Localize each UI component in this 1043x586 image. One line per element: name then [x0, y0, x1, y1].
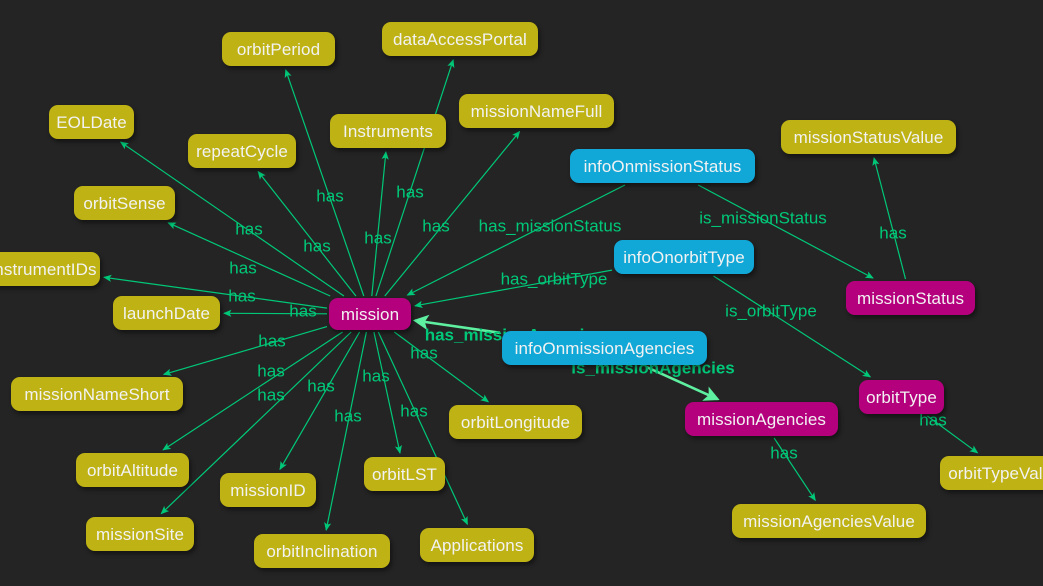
graph-node-Instruments[interactable]: Instruments: [330, 114, 446, 148]
graph-node-orbitPeriod[interactable]: orbitPeriod: [222, 32, 335, 66]
graph-node-instrumentIDs[interactable]: instrumentIDs: [0, 252, 100, 286]
graph-node-missionNameShort[interactable]: missionNameShort: [11, 377, 183, 411]
graph-node-label: missionNameFull: [470, 101, 603, 121]
graph-node-label: orbitAltitude: [86, 460, 179, 480]
graph-node-infoOnorbitType[interactable]: infoOnorbitType: [614, 240, 754, 274]
graph-node-label: orbitTypeValue: [948, 463, 1043, 483]
graph-node-label: orbitLongitude: [460, 412, 571, 432]
graph-node-label: orbitPeriod: [236, 39, 321, 59]
graph-node-label: missionAgencies: [696, 409, 827, 429]
graph-node-missionStatus[interactable]: missionStatus: [846, 281, 975, 315]
graph-node-missionSite[interactable]: missionSite: [86, 517, 194, 551]
node-layer[interactable]: orbitPeriod dataAccessPortal EOLDate Instru…: [0, 0, 1043, 586]
graph-node-label: orbitSense: [83, 193, 166, 213]
graph-node-infoOnmissionStatus[interactable]: infoOnmissionStatus: [570, 149, 755, 183]
graph-node-label: dataAccessPortal: [393, 29, 527, 49]
graph-node-label: missionAgenciesValue: [743, 511, 915, 531]
graph-node-label: missionStatus: [856, 288, 965, 308]
graph-node-orbitInclination[interactable]: orbitInclination: [254, 534, 390, 568]
graph-node-missionAgencies[interactable]: missionAgencies: [685, 402, 838, 436]
graph-node-orbitLST[interactable]: orbitLST: [364, 457, 445, 491]
graph-node-label: Applications: [430, 535, 524, 555]
graph-node-orbitAltitude[interactable]: orbitAltitude: [76, 453, 189, 487]
graph-node-label: orbitInclination: [266, 541, 378, 561]
graph-node-label: orbitLST: [371, 464, 438, 484]
graph-node-label: EOLDate: [56, 112, 127, 132]
graph-node-missionStatusValue[interactable]: missionStatusValue: [781, 120, 956, 154]
graph-node-label: launchDate: [123, 303, 211, 323]
graph-node-orbitTypeValue[interactable]: orbitTypeValue: [940, 456, 1043, 490]
graph-node-orbitType[interactable]: orbitType: [859, 380, 944, 414]
graph-node-label: missionStatusValue: [793, 127, 944, 147]
knowledge-graph-canvas[interactable]: has has has has has has has has has has has has has h…: [0, 0, 1043, 586]
graph-node-orbitLongitude[interactable]: orbitLongitude: [449, 405, 582, 439]
graph-node-label: repeatCycle: [196, 141, 288, 161]
graph-node-label: mission: [340, 304, 400, 324]
graph-node-orbitSense[interactable]: orbitSense: [74, 186, 175, 220]
graph-node-EOLDate[interactable]: EOLDate: [49, 105, 134, 139]
graph-node-label: infoOnmissionAgencies: [514, 338, 695, 358]
graph-node-launchDate[interactable]: launchDate: [113, 296, 220, 330]
graph-node-missionAgenciesValue[interactable]: missionAgenciesValue: [732, 504, 926, 538]
graph-node-mission[interactable]: mission: [329, 298, 411, 330]
graph-node-dataAccessPortal[interactable]: dataAccessPortal: [382, 22, 538, 56]
graph-node-label: infoOnorbitType: [623, 247, 745, 267]
graph-node-label: missionNameShort: [24, 384, 170, 404]
graph-node-label: Instruments: [343, 121, 433, 141]
graph-node-label: missionID: [230, 480, 306, 500]
graph-node-Applications[interactable]: Applications: [420, 528, 534, 562]
graph-node-label: orbitType: [866, 387, 937, 407]
graph-node-infoOnmissionAgencies[interactable]: infoOnmissionAgencies: [502, 331, 707, 365]
graph-node-label: infoOnmissionStatus: [583, 156, 742, 176]
graph-node-label: missionSite: [95, 524, 185, 544]
graph-node-label: instrumentIDs: [0, 259, 97, 279]
graph-node-missionID[interactable]: missionID: [220, 473, 316, 507]
graph-node-missionNameFull[interactable]: missionNameFull: [459, 94, 614, 128]
graph-node-repeatCycle[interactable]: repeatCycle: [188, 134, 296, 168]
